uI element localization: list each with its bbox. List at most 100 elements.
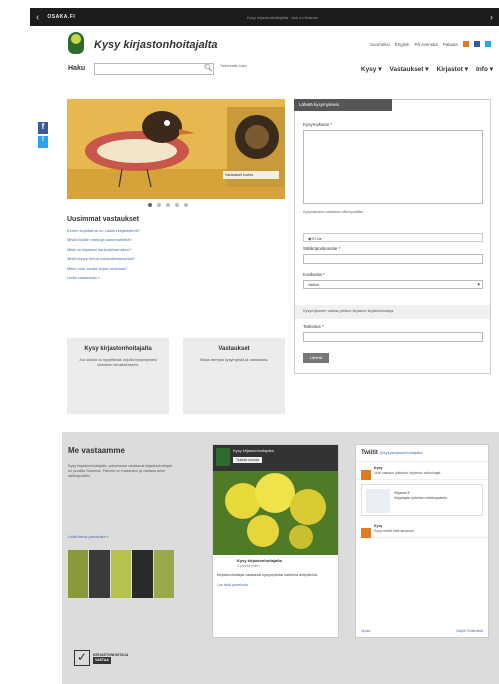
facebook-post-image[interactable] bbox=[213, 471, 338, 555]
librarian-photo bbox=[132, 550, 153, 598]
ask-info-title: Kysy kirjastonhoitajalta bbox=[84, 346, 152, 352]
code-label: Tarkistus * bbox=[303, 324, 324, 329]
slider-illustration bbox=[67, 99, 285, 199]
lang-link-sv[interactable]: På svenska bbox=[414, 42, 437, 47]
search-input[interactable] bbox=[94, 63, 214, 75]
advanced-search-link[interactable]: Tarkennettu haku bbox=[220, 64, 247, 69]
twitter-share-icon[interactable]: t bbox=[38, 136, 48, 148]
close-icon[interactable]: › bbox=[490, 12, 493, 22]
topbar-message: Kysy kirjastonhoitajalta · Ask a Librari… bbox=[247, 14, 318, 20]
checkmark-icon: ✓ bbox=[74, 650, 90, 666]
slider-dot[interactable] bbox=[175, 203, 179, 207]
badge-text: KIRJASTONHOITAJA VASTAA bbox=[93, 652, 129, 664]
nav-item-ask[interactable]: Kysy ▾ bbox=[361, 65, 382, 73]
ask-info-box[interactable]: Kysy kirjastonhoitajalta Jos sinulla on … bbox=[67, 338, 169, 414]
question-hint: Kysymykseen vastataan sähköpostitse. bbox=[303, 210, 365, 214]
service-badge: ✓ KIRJASTONHOITAJA VASTAA bbox=[74, 650, 128, 666]
search-label: Haku bbox=[68, 65, 86, 72]
radio-option[interactable]: ◉ Ei ole bbox=[303, 233, 483, 242]
tweet-avatar bbox=[361, 470, 371, 480]
facebook-post-link[interactable]: Lue lisää palvelusta bbox=[213, 583, 338, 588]
answers-info-text: Selaa aiempia kysymyksiä ja vastauksia. bbox=[199, 358, 269, 362]
slider-dot[interactable] bbox=[166, 203, 170, 207]
back-chevron-icon[interactable]: ‹ bbox=[36, 12, 39, 23]
librarian-photo bbox=[68, 550, 89, 598]
lang-link-fi[interactable]: Suomeksi bbox=[370, 42, 390, 47]
tweet[interactable]: Kysy Uusi vastaus julkaistu: kirjaston a… bbox=[356, 462, 488, 480]
answers-info-box[interactable]: Vastaukset Selaa aiempia kysymyksiä ja v… bbox=[183, 338, 285, 414]
facebook-post-author[interactable]: Kysy kirjastonhoitajalta bbox=[213, 555, 338, 563]
slider-dot[interactable] bbox=[148, 203, 152, 207]
more-answers-link[interactable]: Lisää vastauksia » bbox=[67, 275, 285, 280]
share-bar: f t bbox=[38, 120, 48, 148]
site-header: Kysy kirjastonhoitajalta Suomeksi Englis… bbox=[62, 32, 499, 58]
twitter-handle[interactable]: @kysykirjastonhoitajalta bbox=[380, 450, 423, 455]
slider-dot[interactable] bbox=[184, 203, 188, 207]
facebook-icon[interactable] bbox=[474, 41, 480, 47]
facebook-share-icon[interactable]: f bbox=[38, 122, 48, 134]
code-field[interactable] bbox=[303, 332, 483, 342]
nav-item-info[interactable]: Info ▾ bbox=[476, 65, 493, 73]
tweet[interactable]: Kysy Kysy meiltä mitä tahansa! bbox=[356, 520, 488, 538]
municipality-select[interactable]: Valitse ▾ bbox=[303, 280, 483, 289]
answer-link[interactable]: Miten voin varata kirjan verkossa? bbox=[67, 266, 285, 271]
answer-link[interactable]: Mikä on kirjaston kaukolainamaksu? bbox=[67, 247, 285, 252]
search-icon[interactable]: 🔍︎ bbox=[204, 64, 213, 72]
nav-item-libraries[interactable]: Kirjastot ▾ bbox=[437, 65, 468, 73]
tweet-card[interactable]: Kirjastot.fi Kirjastojen yhteinen verkko… bbox=[361, 484, 483, 516]
facebook-widget: Kysy kirjastonhoitajalta Tykkää sivusta … bbox=[212, 444, 339, 638]
question-label: Kysymyksesi * bbox=[303, 122, 333, 127]
email-label: Sähköpostiosoite * bbox=[303, 246, 341, 251]
answers-info-title: Vastaukset bbox=[218, 346, 250, 352]
band-link[interactable]: Lisää tietoa palvelusta » bbox=[68, 535, 109, 539]
twitter-header: Twiitit @kysykirjastonhoitajalta bbox=[356, 445, 488, 462]
latest-answers-title: Uusimmat vastaukset bbox=[67, 216, 139, 223]
site-logo[interactable] bbox=[68, 32, 84, 54]
topbar-brand[interactable]: OSAKA.FI bbox=[47, 14, 75, 20]
librarian-photo bbox=[153, 550, 175, 598]
ask-info-text: Jos sinulla on kysyttävää, kirjoita kysy… bbox=[79, 358, 157, 367]
site-title[interactable]: Kysy kirjastonhoitajalta bbox=[94, 39, 218, 51]
send-button[interactable]: Lähetä bbox=[303, 353, 329, 363]
slider-caption[interactable]: Vastaukset kuvina bbox=[223, 170, 279, 179]
tweet-avatar bbox=[361, 528, 371, 538]
answer-link[interactable]: Kenen kirjoittama on Lasten kirjastoleht… bbox=[67, 228, 285, 233]
card-image-icon bbox=[366, 489, 390, 513]
band-title: Me vastaamme bbox=[68, 446, 125, 455]
ask-form-tab: Lähetä kysymyksesi bbox=[294, 99, 392, 111]
facebook-page-title[interactable]: Kysy kirjastonhoitajalta bbox=[233, 448, 274, 453]
facebook-like-button[interactable]: Tykkää sivusta bbox=[233, 457, 262, 463]
ask-form: Lähetä kysymyksesi Kysymyksesi * Kysymyk… bbox=[294, 99, 491, 374]
chevron-down-icon: ▾ bbox=[477, 282, 480, 288]
band-text: Kysy kirjastonhoitajalta -palvelussa vas… bbox=[68, 464, 172, 479]
latest-answers: Uusimmat vastaukset Kenen kirjoittama on… bbox=[67, 216, 285, 284]
view-on-twitter-link[interactable]: Näytä Twitterissä bbox=[456, 629, 483, 633]
rss-icon[interactable] bbox=[463, 41, 469, 47]
twitter-footer: Upota Näytä Twitterissä bbox=[361, 629, 483, 633]
slider-dots bbox=[148, 203, 188, 207]
form-note: Kysymykseen vastaa yleisen kirjaston kir… bbox=[295, 305, 490, 319]
slider-dot[interactable] bbox=[157, 203, 161, 207]
top-bar: ‹ OSAKA.FI Kysy kirjastonhoitajalta · As… bbox=[30, 8, 499, 26]
image-slider[interactable]: Vastaukset kuvina bbox=[67, 99, 285, 199]
feedback-link[interactable]: Palaute bbox=[443, 42, 458, 47]
twitter-icon[interactable] bbox=[485, 41, 491, 47]
answer-link[interactable]: Mistä löydän vanhoja sanomalehtiä? bbox=[67, 237, 285, 242]
main-nav: Kysy ▾ Vastaukset ▾ Kirjastot ▾ Info ▾ bbox=[361, 65, 493, 73]
nav-item-answers[interactable]: Vastaukset ▾ bbox=[390, 65, 429, 73]
search-row: Haku 🔍︎ Tarkennettu haku Kysy ▾ Vastauks… bbox=[62, 62, 499, 78]
embed-link[interactable]: Upota bbox=[361, 629, 370, 633]
page-avatar[interactable] bbox=[216, 448, 230, 466]
mimosa-photo bbox=[213, 471, 338, 555]
lang-link-en[interactable]: English bbox=[395, 42, 410, 47]
facebook-cover: Kysy kirjastonhoitajalta Tykkää sivusta bbox=[213, 445, 338, 471]
answer-link[interactable]: Mistä löytyy tietoa sukututkimuksesta? bbox=[67, 256, 285, 261]
email-field[interactable] bbox=[303, 254, 483, 264]
question-textarea[interactable] bbox=[303, 130, 483, 204]
language-links: Suomeksi English På svenska Palaute bbox=[370, 41, 491, 47]
librarian-photo bbox=[110, 550, 132, 598]
twitter-widget: Twiitit @kysykirjastonhoitajalta Kysy Uu… bbox=[355, 444, 489, 638]
librarian-photos bbox=[68, 550, 175, 598]
librarian-photo bbox=[89, 550, 110, 598]
card-text: Kirjastot.fi Kirjastojen yhteinen verkko… bbox=[394, 491, 447, 500]
